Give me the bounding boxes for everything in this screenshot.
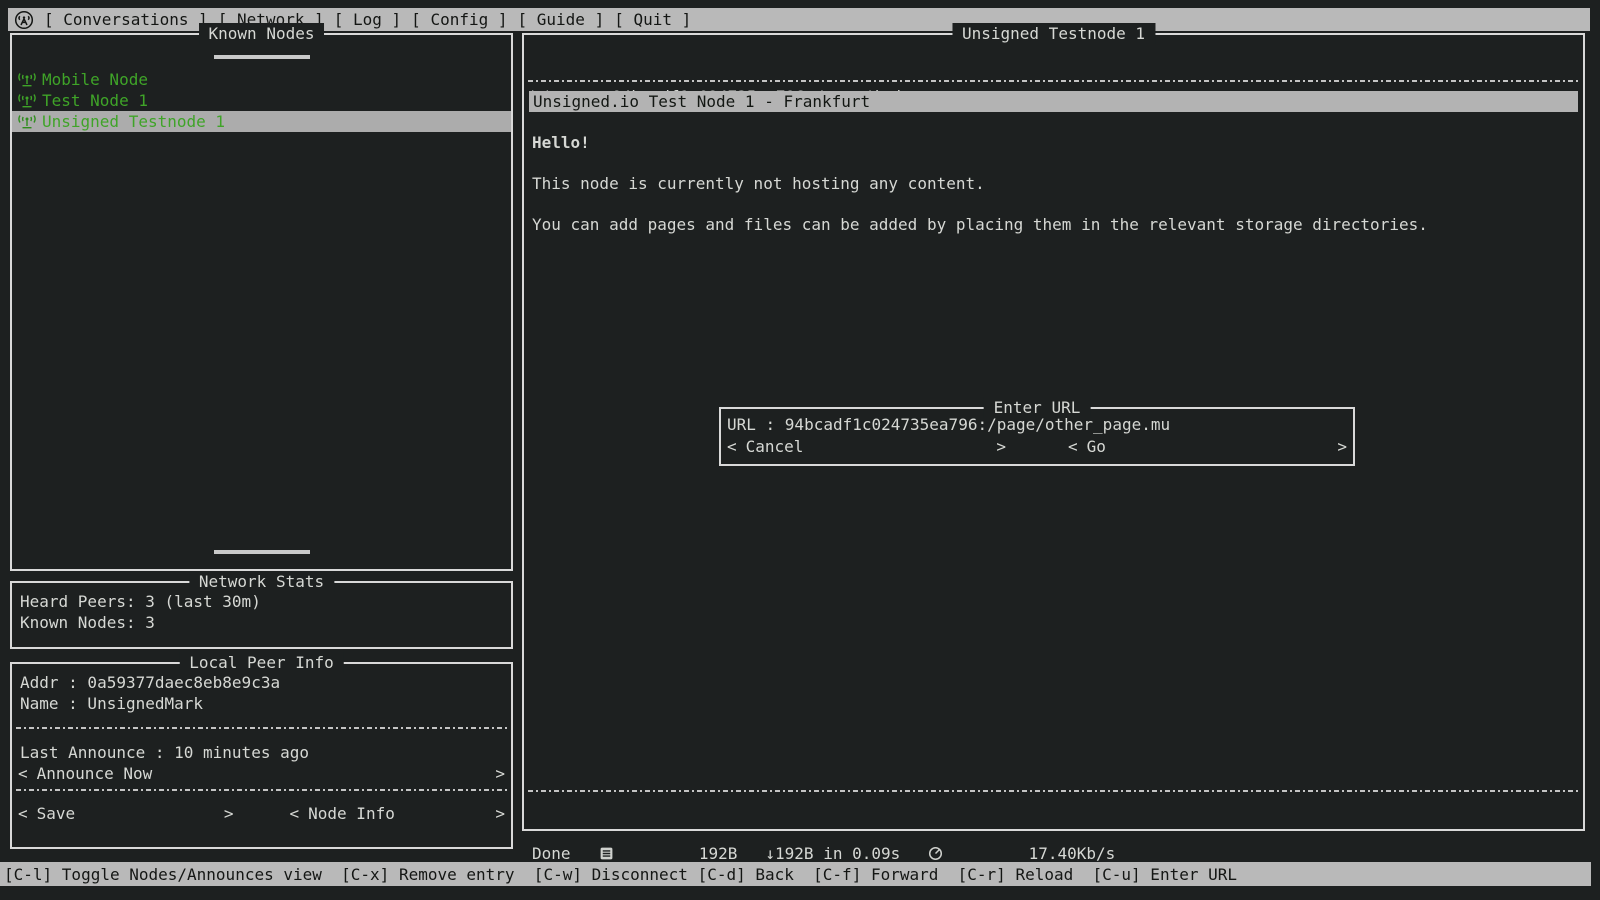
app-logo-icon — [14, 10, 34, 30]
button-close-bracket: > — [495, 803, 505, 824]
node-antenna-icon — [17, 93, 37, 108]
node-list: Mobile Node Test Node 1 — [12, 69, 511, 132]
url-input-value: 94bcadf1c024735ea796:/page/other_page.mu — [785, 415, 1170, 434]
cancel-button[interactable]: < Cancel > — [727, 436, 1006, 457]
enter-url-dialog: Enter URL URL : 94bcadf1c024735ea796:/pa… — [719, 407, 1355, 466]
button-open-bracket: < — [727, 436, 737, 457]
menu-item-quit[interactable]: [ Quit ] — [614, 9, 691, 30]
node-name: Unsigned Testnode 1 — [42, 111, 225, 132]
button-label: Announce Now — [37, 763, 153, 784]
local-peer-info-panel: Local Peer Info Addr : 0a59377daec8eb8e9… — [10, 662, 513, 849]
button-open-bracket: < — [1068, 436, 1078, 457]
status-transfer: ↓192B in 0.09s — [765, 843, 900, 864]
node-antenna-icon — [17, 114, 37, 129]
node-name: Mobile Node — [42, 69, 148, 90]
node-antenna-icon — [17, 72, 37, 87]
button-close-bracket: > — [1337, 436, 1347, 457]
divider — [528, 80, 1579, 82]
nomadnet-app: [ Conversations ] [ Network ] [ Log ] [ … — [0, 0, 1600, 900]
button-label: Cancel — [746, 436, 804, 457]
network-stats-title: Network Stats — [189, 571, 334, 592]
menu-item-conversations[interactable]: [ Conversations ] — [44, 9, 208, 30]
status-size: 192B — [699, 843, 738, 864]
url-input-label: URL : — [727, 415, 785, 434]
scroll-up-indicator — [214, 55, 310, 59]
heard-peers-stat: Heard Peers: 3 (last 30m) — [20, 591, 261, 612]
status-state: Done — [532, 843, 571, 864]
page-text-line: You can add pages and files can be added… — [532, 214, 1428, 235]
announce-now-button[interactable]: < Announce Now > — [18, 763, 505, 784]
go-button[interactable]: < Go > — [1068, 436, 1347, 457]
shortcut-bar: [C-l] Toggle Nodes/Announces view [C-x] … — [0, 862, 1591, 886]
scroll-down-indicator — [214, 550, 310, 554]
peer-buttons-row: < Save > < Node Info > — [18, 803, 505, 824]
node-name: Test Node 1 — [42, 90, 148, 111]
last-announce-text: Last Announce : 10 minutes ago — [20, 742, 309, 763]
peer-name: Name : UnsignedMark — [20, 693, 203, 714]
known-nodes-panel: Known Nodes Mobile Node — [10, 33, 513, 571]
menu-item-log[interactable]: [ Log ] — [334, 9, 401, 30]
divider — [16, 789, 507, 791]
divider — [528, 790, 1579, 792]
button-label: Node Info — [308, 803, 395, 824]
node-list-item[interactable]: Unsigned Testnode 1 — [12, 111, 511, 132]
button-open-bracket: < — [18, 763, 28, 784]
button-open-bracket: < — [290, 803, 300, 824]
node-list-item[interactable]: Mobile Node — [12, 69, 511, 90]
button-close-bracket: > — [495, 763, 505, 784]
save-button[interactable]: < Save > — [18, 803, 234, 824]
status-speed: 17.40Kb/s — [1029, 843, 1116, 864]
page-text-line: This node is currently not hosting any c… — [532, 173, 985, 194]
local-peer-info-title: Local Peer Info — [179, 652, 344, 673]
dialog-buttons-row: < Cancel > < Go > — [727, 436, 1347, 457]
peer-addr: Addr : 0a59377daec8eb8e9c3a — [20, 672, 280, 693]
menu-item-config[interactable]: [ Config ] — [411, 9, 507, 30]
browser-title: Unsigned Testnode 1 — [952, 23, 1155, 44]
network-stats-panel: Network Stats Heard Peers: 3 (last 30m) … — [10, 581, 513, 649]
known-nodes-stat: Known Nodes: 3 — [20, 612, 155, 633]
divider — [16, 727, 507, 729]
button-open-bracket: < — [18, 803, 28, 824]
page-greeting: Hello! — [532, 132, 590, 153]
button-label: Go — [1087, 436, 1106, 457]
url-input[interactable]: URL : 94bcadf1c024735ea796:/page/other_p… — [727, 414, 1170, 435]
node-info-button[interactable]: < Node Info > — [290, 803, 506, 824]
node-list-item[interactable]: Test Node 1 — [12, 90, 511, 111]
menu-item-guide[interactable]: [ Guide ] — [518, 9, 605, 30]
browser-panel: Unsigned Testnode 1 94bcadf1c024735ea796… — [522, 33, 1585, 831]
shortcut-bar-text: [C-l] Toggle Nodes/Announces view [C-x] … — [4, 864, 1237, 885]
known-nodes-title: Known Nodes — [199, 23, 325, 44]
button-close-bracket: > — [224, 803, 234, 824]
button-label: Save — [37, 803, 76, 824]
node-header-link[interactable]: Unsigned.io Test Node 1 - Frankfurt — [529, 91, 1578, 112]
button-close-bracket: > — [996, 436, 1006, 457]
